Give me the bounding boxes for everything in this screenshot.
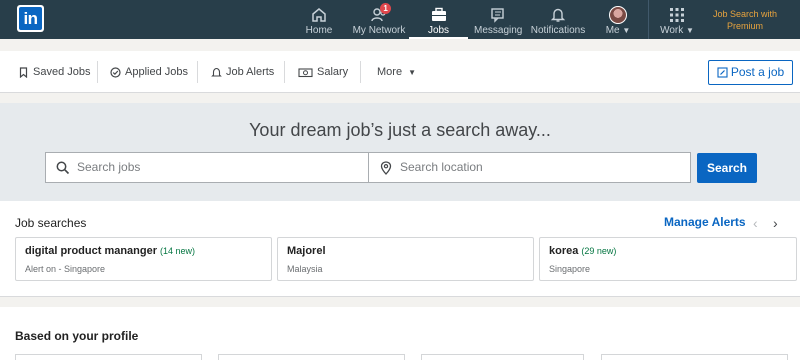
search-location-placeholder: Search location [400,160,483,174]
job-search-card-subtitle: Alert on - Singapore [25,264,106,274]
home-icon [312,8,326,22]
avatar [609,6,627,24]
job-card-partial[interactable] [218,354,405,360]
job-search-card-title: digital product mananger (14 new) [25,245,196,257]
more-label: More [377,66,403,78]
jobs-sub-navigation: Saved Jobs Applied Jobs Job Alerts Salar… [0,51,800,93]
based-on-profile-title: Based on your profile [15,329,139,343]
nav-my-network-label: My Network [352,25,406,36]
search-location-input[interactable]: Search location [368,152,691,183]
nav-notifications-label: Notifications [530,25,586,36]
post-a-job-button[interactable]: Post a job [708,60,793,85]
applied-jobs-label: Applied Jobs [125,66,188,78]
bell-icon [211,67,222,77]
linkedin-logo[interactable]: in [17,5,44,32]
check-circle-icon [110,66,121,78]
job-alerts-link[interactable]: Job Alerts [211,51,274,93]
location-pin-icon [380,161,392,175]
bookmark-icon [19,66,28,78]
job-searches-title: Job searches [15,216,87,230]
subnav-divider [197,61,198,83]
job-search-card[interactable]: Majorel Malaysia [277,237,534,281]
nav-my-network[interactable]: 1 My Network [352,0,406,39]
active-tab-indicator [409,37,468,39]
job-search-card-title: Majorel [287,245,326,257]
job-card-partial[interactable] [601,354,788,360]
job-card-partial[interactable] [421,354,584,360]
job-card-partial[interactable] [15,354,202,360]
grid-icon [670,8,684,22]
salary-link[interactable]: Salary [298,51,348,93]
chevron-down-icon: ▼ [622,26,631,35]
nav-me[interactable]: Me ▼ [600,0,636,39]
saved-jobs-label: Saved Jobs [33,66,91,78]
job-searches-section: Job searches Manage Alerts ‹ › digital p… [0,201,800,297]
money-icon [298,68,313,77]
job-search-card-subtitle: Malaysia [287,264,323,274]
nav-home[interactable]: Home [302,0,336,39]
next-arrow-icon[interactable]: › [773,215,778,231]
nav-home-label: Home [305,25,333,36]
salary-label: Salary [317,66,349,78]
manage-alerts-link[interactable]: Manage Alerts [664,215,746,229]
job-alerts-label: Job Alerts [226,66,275,78]
nav-divider [648,0,649,39]
post-a-job-label: Post a job [730,65,785,79]
search-jobs-placeholder: Search jobs [77,160,141,174]
nav-messaging-label: Messaging [474,25,523,36]
job-search-card-title: korea (29 new) [549,245,617,257]
job-search-hero: Your dream job’s just a search away... S… [0,103,800,201]
based-on-profile-section: Based on your profile [0,307,800,360]
nav-work-label: Work ▼ [660,25,694,36]
job-search-card-subtitle: Singapore [549,264,591,274]
search-icon [56,161,70,175]
job-search-card[interactable]: korea (29 new) Singapore [539,237,797,281]
hero-title: Your dream job’s just a search away... [249,120,551,140]
edit-icon [717,67,728,78]
search-jobs-input[interactable]: Search jobs [45,152,369,183]
search-button[interactable]: Search [697,153,757,183]
network-notification-badge: 1 [380,3,392,14]
nav-notifications[interactable]: Notifications [530,0,586,39]
premium-upsell-link[interactable]: Job Search with Premium [702,8,788,32]
new-count: (14 new) [160,246,196,256]
top-navigation-bar: in Home 1 My Network Jobs Messaging Noti… [0,0,800,39]
more-dropdown[interactable]: More ▼ [377,51,416,93]
briefcase-icon [431,7,446,21]
nav-jobs-label: Jobs [427,25,450,36]
new-count: (29 new) [581,246,617,256]
messaging-icon [491,8,504,23]
applied-jobs-link[interactable]: Applied Jobs [110,51,188,93]
job-search-card[interactable]: digital product mananger (14 new) Alert o… [15,237,272,281]
chevron-down-icon: ▼ [686,26,694,35]
logo-text: in [19,7,42,30]
bell-icon [550,8,566,22]
nav-messaging[interactable]: Messaging [474,0,522,39]
chevron-down-icon: ▼ [408,68,417,77]
prev-arrow-icon[interactable]: ‹ [753,215,758,231]
subnav-divider [284,61,285,83]
nav-me-label: Me ▼ [605,25,631,36]
subnav-divider [97,61,98,83]
saved-jobs-link[interactable]: Saved Jobs [18,51,90,93]
nav-work[interactable]: Work ▼ [656,0,698,39]
nav-jobs[interactable]: Jobs [409,0,468,39]
subnav-divider [360,61,361,83]
